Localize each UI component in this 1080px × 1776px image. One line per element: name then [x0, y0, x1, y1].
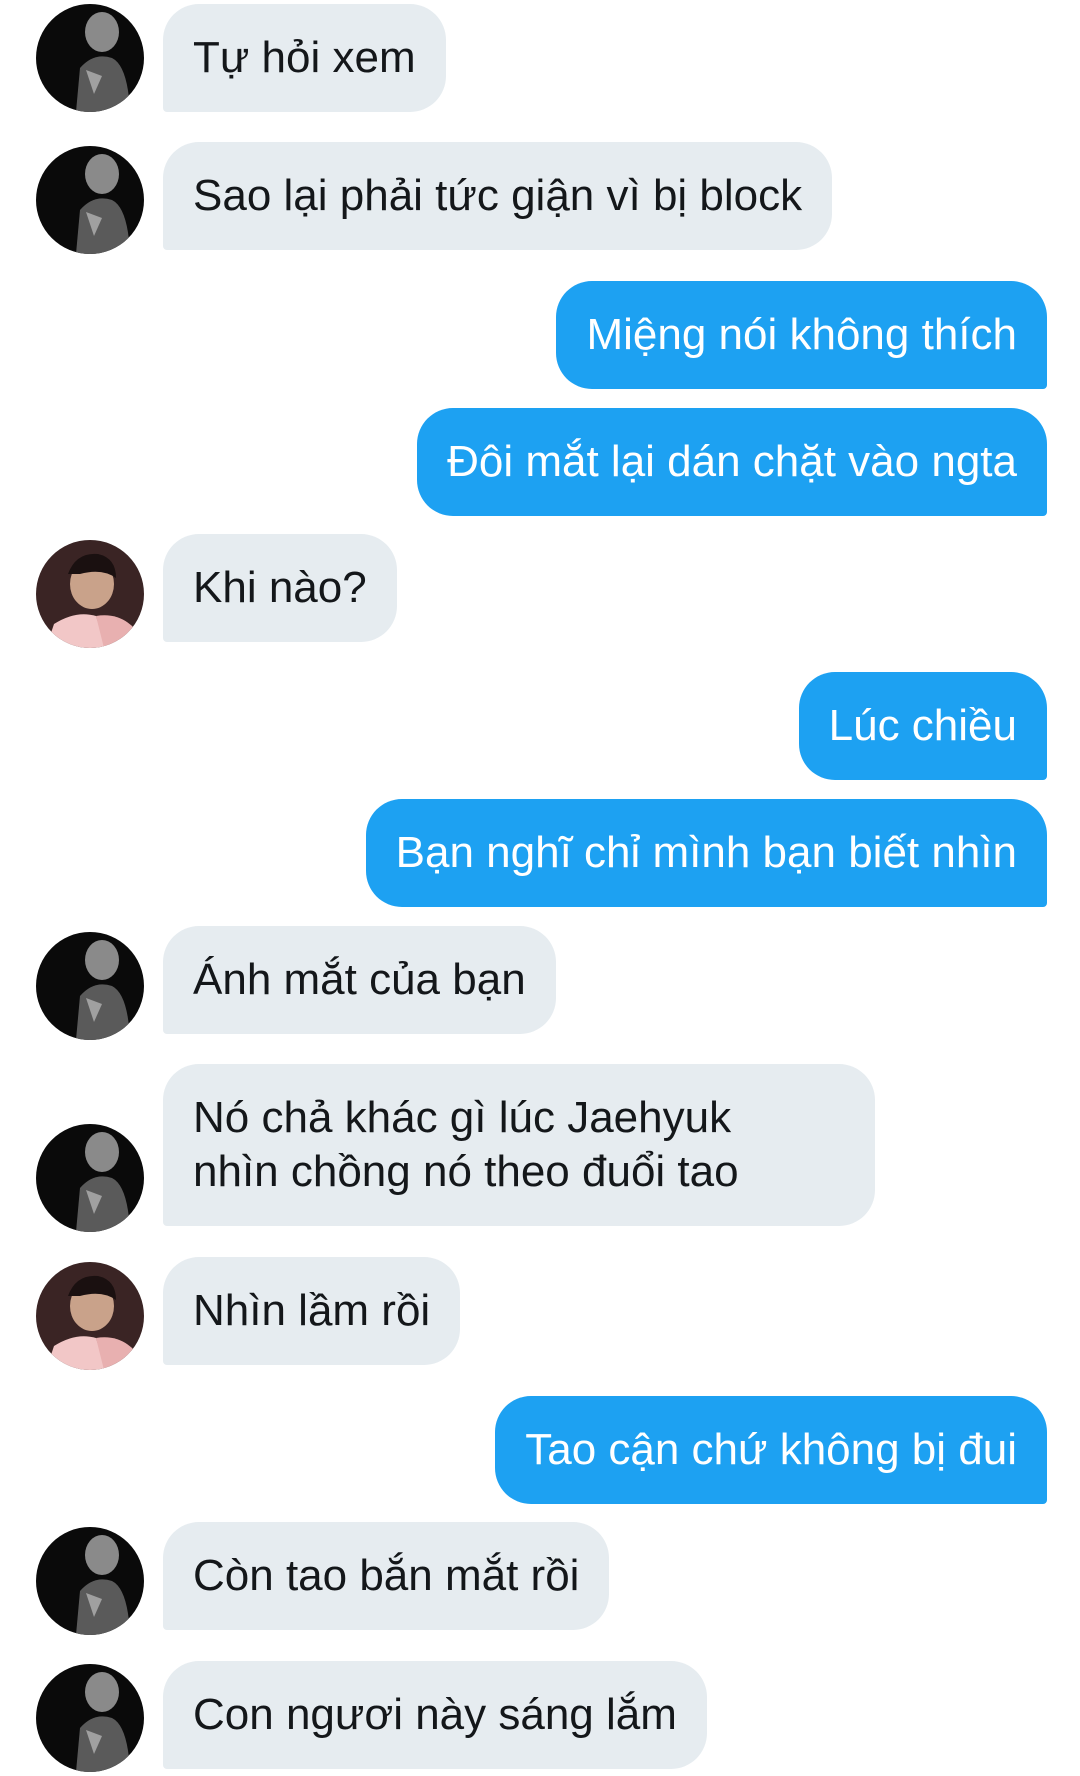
message-bubble-incoming[interactable]: Ánh mắt của bạn — [163, 926, 556, 1034]
message-bubble-incoming[interactable]: Khi nào? — [163, 534, 397, 642]
message-bubble-incoming[interactable]: Sao lại phải tức giận vì bị block — [163, 142, 833, 250]
message-bubble-incoming[interactable]: Nó chả khác gì lúc Jaehyuk nhìn chồng nó… — [163, 1064, 875, 1226]
message-bubble-outgoing[interactable]: Miệng nói không thích — [556, 281, 1047, 389]
message-line: Nó chả khác gì lúc Jaehyuk — [193, 1093, 732, 1142]
message-bubble-outgoing[interactable]: Bạn nghĩ chỉ mình bạn biết nhìn — [365, 799, 1047, 907]
message-bubble-incoming[interactable]: Con ngươi này sáng lắm — [163, 1661, 707, 1769]
avatar[interactable] — [36, 540, 144, 648]
message-bubble-outgoing[interactable]: Tao cận chứ không bị đui — [495, 1396, 1047, 1504]
avatar[interactable] — [36, 1664, 144, 1772]
avatar[interactable] — [36, 1527, 144, 1635]
message-bubble-incoming[interactable]: Nhìn lầm rồi — [163, 1257, 461, 1365]
message-bubble-incoming[interactable]: Còn tao bắn mắt rồi — [163, 1522, 610, 1630]
message-line: nhìn chồng nó theo đuổi tao — [193, 1147, 739, 1196]
message-bubble-outgoing[interactable]: Lúc chiều — [798, 672, 1047, 780]
avatar[interactable] — [36, 1262, 144, 1370]
avatar[interactable] — [36, 146, 144, 254]
avatar[interactable] — [36, 1124, 144, 1232]
message-bubble-incoming[interactable]: Tự hỏi xem — [163, 4, 446, 112]
avatar[interactable] — [36, 4, 144, 112]
avatar[interactable] — [36, 932, 144, 1040]
message-bubble-outgoing[interactable]: Đôi mắt lại dán chặt vào ngta — [417, 408, 1047, 516]
conversation-thread[interactable]: Tự hỏi xem Sao lại phải tức giận vì bị b… — [0, 0, 1080, 1776]
